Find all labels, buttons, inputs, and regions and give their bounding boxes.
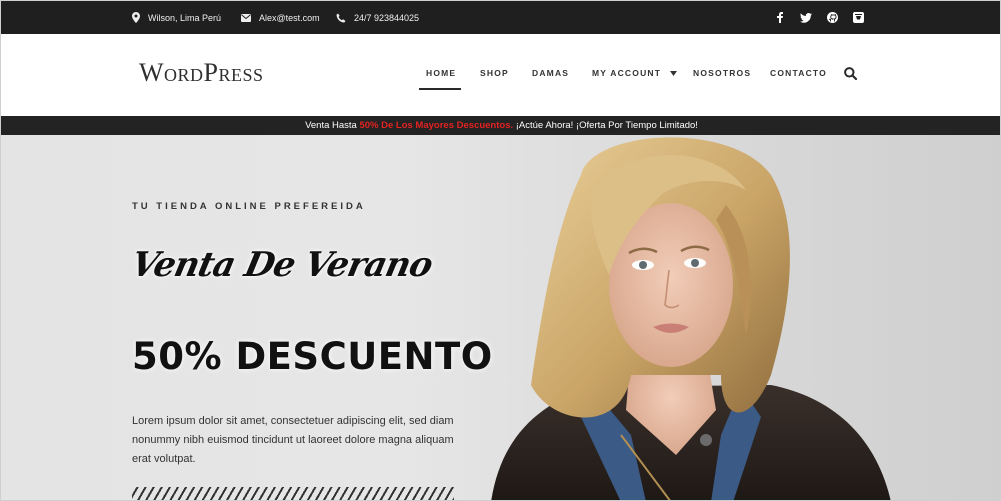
social-links (767, 1, 871, 34)
hero-eyebrow: TU TIENDA ONLINE PREFEREIDA (132, 201, 366, 212)
hero-description: Lorem ipsum dolor sit amet, consectetuer… (132, 415, 454, 465)
map-marker-icon (132, 12, 140, 23)
promo-suffix: ¡Actúe Ahora! ¡Oferta Por Tiempo Limitad… (513, 120, 698, 131)
nav-item-damas[interactable]: DAMAS (532, 68, 569, 78)
search-icon[interactable] (844, 67, 858, 85)
nav-item-shop[interactable]: SHOP (480, 68, 509, 78)
nav-item-my-account[interactable]: MY ACCOUNT (592, 68, 677, 78)
phone-icon (336, 13, 346, 22)
site-header: WordPress HOME SHOP DAMAS MY ACCOUNT NOS… (1, 34, 1000, 116)
bandcamp-icon[interactable] (845, 1, 871, 34)
location-text: Wilson, Lima Perú (148, 12, 222, 23)
phone-info[interactable]: 24/7 923844025 (336, 1, 419, 34)
decorative-stripes (132, 487, 454, 500)
caret-down-icon (669, 71, 677, 77)
hero-model-image (491, 137, 891, 500)
nav-item-my-account-label: MY ACCOUNT (592, 68, 662, 78)
nav-item-home[interactable]: HOME (426, 68, 456, 78)
promo-highlight: 50% De Los Mayores Descuentos. (359, 120, 514, 131)
email-info[interactable]: Alex@test.com (241, 1, 320, 34)
phone-text[interactable]: 24/7 923844025 (354, 13, 419, 23)
hero-headline: 50% DESCUENTO (132, 335, 493, 378)
hero-script-title: Venta De Verano (127, 245, 436, 285)
twitter-icon[interactable] (793, 1, 819, 34)
facebook-icon[interactable] (767, 1, 793, 34)
promo-prefix: Venta Hasta (305, 120, 360, 131)
page-frame: Wilson, Lima Perú Alex@test.com 24/7 923… (0, 0, 1001, 501)
logo-text: WordPress (139, 58, 264, 87)
top-bar: Wilson, Lima Perú Alex@test.com 24/7 923… (1, 1, 1000, 34)
promo-banner: Venta Hasta 50% De Los Mayores Descuento… (1, 116, 1000, 135)
site-logo[interactable]: WordPress (139, 58, 264, 88)
github-icon[interactable] (819, 1, 845, 34)
location-info: Wilson, Lima Perú (132, 1, 221, 34)
nav-item-contacto[interactable]: CONTACTO (770, 68, 827, 78)
email-text[interactable]: Alex@test.com (259, 13, 320, 23)
nav-item-nosotros[interactable]: NOSOTROS (693, 68, 751, 78)
envelope-icon (241, 13, 251, 22)
active-nav-indicator (419, 88, 461, 90)
hero-section: TU TIENDA ONLINE PREFEREIDA Venta De Ver… (1, 135, 1000, 500)
